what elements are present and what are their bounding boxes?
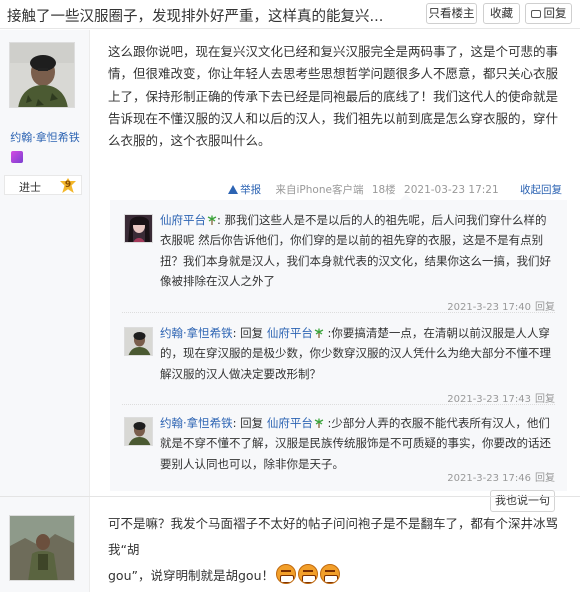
reply-button[interactable]: 回复 (525, 3, 572, 24)
level-title: 进士 (19, 181, 41, 194)
angry-face-icon (298, 564, 318, 584)
sub-reply-author[interactable]: 约翰·拿怛希铁 (160, 326, 233, 340)
palm-icon (207, 215, 217, 225)
sub-reply-author[interactable]: 约翰·拿怛希铁 (160, 416, 233, 430)
report-link[interactable]: 举报 (228, 184, 261, 196)
sub-reply-time: 2021-3-23 17:46 (447, 473, 531, 484)
angry-face-icon (320, 564, 340, 584)
palm-icon (314, 418, 324, 428)
post-content-line: 可不是嘛？我发个马面褶子不太好的帖子问问袍子是不是翻车了，都有个深井冰骂我“胡 (108, 516, 559, 557)
sub-reply-target[interactable]: 仙府平台 (267, 326, 313, 340)
warning-icon (228, 185, 239, 194)
favorite-button[interactable]: 收藏 (483, 3, 520, 24)
post-meta: 举报 来自iPhone客户端 18楼 2021-03-23 17:21 收起回复 (223, 182, 562, 197)
member-badge-icon (11, 151, 23, 163)
sub-avatar[interactable] (124, 214, 153, 243)
post-content: 可不是嘛？我发个马面褶子不太好的帖子问问袍子是不是翻车了，都有个深井冰骂我“胡 … (108, 511, 568, 589)
sub-reply-text: 约翰·拿怛希铁: 回复 仙府平台 :少部分人弄的衣服不能代表所有汉人，他们就是不… (160, 413, 557, 474)
sub-reply-author[interactable]: 仙府平台 (160, 213, 206, 227)
palm-icon (314, 328, 324, 338)
sub-reply-prefix: : 回复 (232, 416, 267, 430)
post-floor-18: 约翰·拿怛希铁 进士 9 这么跟你说吧，现在复兴汉文化已经和复兴汉服完全是两码事… (0, 30, 580, 512)
comment-icon (530, 10, 541, 18)
post-content-text: gou”，说穿明制就是胡gou！ (108, 568, 274, 583)
sub-reply-text: 仙府平台: 那我们这些人是不是以后的人的祖先呢，后人问我们穿什么样的衣服呢 然后… (160, 210, 557, 292)
thread-title: 接触了一些汉服圈子，发现排外好严重，这样真的能复兴... (7, 9, 384, 25)
divider (122, 312, 555, 313)
sub-reply: 仙府平台: 那我们这些人是不是以后的人的祖先呢，后人问我们穿什么样的衣服呢 然后… (122, 210, 555, 313)
sub-reply: 约翰·拿怛希铁: 回复 仙府平台 :少部分人弄的衣服不能代表所有汉人，他们就是不… (122, 413, 555, 473)
angry-face-icon (276, 564, 296, 584)
post-content: 这么跟你说吧，现在复兴汉文化已经和复兴汉服完全是两码事了，这是个可悲的事情，但很… (108, 44, 559, 149)
sub-reply-meta: 2021-3-23 17:46 回复 (447, 469, 555, 484)
report-label: 举报 (240, 184, 262, 196)
post-time: 2021-03-23 17:21 (404, 184, 499, 196)
sub-reply-box: 仙府平台: 那我们这些人是不是以后的人的祖先呢，后人问我们穿什么样的衣服呢 然后… (110, 200, 567, 512)
collapse-replies-link[interactable]: 收起回复 (520, 184, 562, 196)
client-source: 来自iPhone客户端 (275, 184, 364, 196)
sub-reply-meta: 2021-3-23 17:43 回复 (447, 390, 555, 405)
author-sidebar (0, 497, 90, 592)
sub-reply-target[interactable]: 仙府平台 (267, 416, 313, 430)
reply-button-label: 回复 (543, 6, 567, 20)
floor-number: 18楼 (371, 184, 396, 196)
sub-reply: 约翰·拿怛希铁: 回复 仙府平台 :你要搞清楚一点，在清朝以前汉服是人人穿的，现… (122, 323, 557, 405)
sub-avatar[interactable] (124, 417, 153, 446)
thread-header: 接触了一些汉服圈子，发现排外好严重，这样真的能复兴... 只看楼主 收藏 回复 (0, 0, 580, 29)
avatar[interactable] (9, 42, 75, 108)
only-op-button[interactable]: 只看楼主 (426, 3, 477, 24)
author-sidebar: 约翰·拿怛希铁 进士 9 (0, 30, 90, 496)
divider (122, 404, 555, 405)
avatar[interactable] (9, 515, 75, 581)
level-badge: 进士 9 (4, 175, 82, 195)
level-number: 9 (60, 178, 76, 193)
author-name[interactable]: 约翰·拿怛希铁 (0, 129, 90, 145)
sub-reply-body: : 那我们这些人是不是以后的人的祖先呢，后人问我们穿什么样的衣服呢 然后你告诉他… (160, 213, 551, 289)
sub-reply-text: 约翰·拿怛希铁: 回复 仙府平台 :你要搞清楚一点，在清朝以前汉服是人人穿的，现… (160, 323, 557, 384)
sub-reply-prefix: : 回复 (232, 326, 267, 340)
sub-avatar[interactable] (124, 327, 153, 356)
sub-reply-meta: 2021-3-23 17:40 回复 (447, 298, 555, 313)
post-floor-next: 可不是嘛？我发个马面褶子不太好的帖子问问袍子是不是翻车了，都有个深井冰骂我“胡 … (0, 497, 580, 592)
post-content-line-with-emoji: gou”，说穿明制就是胡gou！ (108, 563, 568, 589)
sub-reply-reply-link[interactable]: 回复 (535, 473, 555, 484)
